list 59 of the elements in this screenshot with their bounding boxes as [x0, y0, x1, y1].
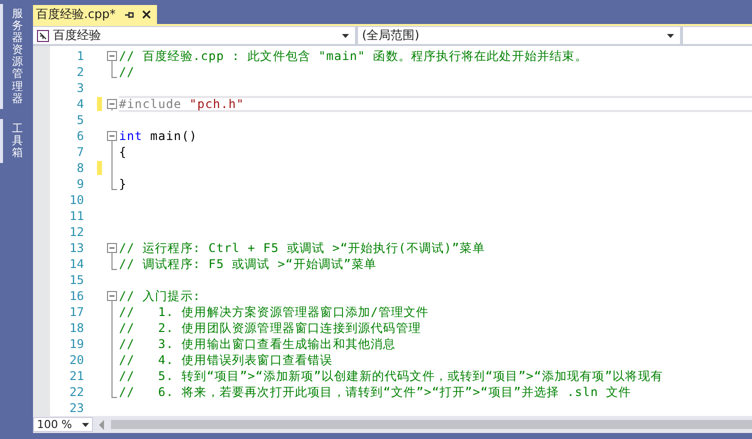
- caret-icon: [82, 422, 89, 426]
- line-number: 2: [76, 65, 84, 79]
- line-number: 11: [68, 209, 84, 223]
- horizontal-scrollbar[interactable]: [111, 420, 752, 429]
- line-number: 19: [68, 337, 84, 351]
- code-line: // 3. 使用输出窗口查看生成输出和其他消息: [119, 336, 396, 352]
- line-number: 6: [76, 129, 84, 143]
- line-number: 3: [76, 81, 84, 95]
- line-number: 21: [68, 369, 84, 383]
- scope-dropdown[interactable]: (全局范围): [358, 27, 680, 44]
- line-number: 15: [68, 273, 84, 287]
- line-number: 16: [68, 289, 84, 303]
- code-line: // 5. 转到“项目”>“添加新项”以创建新的代码文件，或转到“项目”>“添加现有项”以将现有: [119, 368, 664, 384]
- code-line: // 6. 将来，若要再次打开此项目，请转到“文件”>“打开”>“项目”并选择 .sln 文件: [119, 384, 632, 400]
- line-number: 14: [68, 257, 84, 271]
- line-number: 9: [76, 177, 84, 191]
- code-line: // 调试程序: F5 或调试 >“开始调试”菜单: [119, 256, 377, 272]
- code-editor[interactable]: [33, 46, 752, 416]
- document-tab[interactable]: 百度经验.cpp*: [33, 5, 157, 24]
- code-line: int main(): [119, 129, 198, 143]
- line-number: 17: [68, 305, 84, 319]
- code-line: // 百度经验.cpp : 此文件包含 "main" 函数。程序执行将在此处开始并结束。: [119, 48, 588, 64]
- line-number: 10: [68, 193, 84, 207]
- line-number: 7: [76, 145, 84, 159]
- line-number: 8: [76, 161, 84, 175]
- close-icon[interactable]: [142, 10, 151, 19]
- scope-dropdown[interactable]: 百度经验: [33, 27, 355, 44]
- line-number: 4: [76, 97, 84, 111]
- line-number: 23: [68, 401, 84, 415]
- code-line: // 1. 使用解决方案资源管理器窗口添加/管理文件: [119, 304, 429, 320]
- class-icon: [37, 30, 49, 42]
- code-line: // 2. 使用团队资源管理器窗口连接到源代码管理: [119, 320, 421, 336]
- line-number: 20: [68, 353, 84, 367]
- scope-name: (全局范围): [362, 27, 420, 44]
- code-line: // 入门提示:: [119, 288, 201, 304]
- line-number: 12: [68, 225, 84, 239]
- caret-icon: [667, 34, 674, 38]
- code-line: #include "pch.h": [119, 97, 244, 111]
- zoom-dropdown[interactable]: 100 %: [33, 417, 93, 432]
- collapse-icon[interactable]: [107, 128, 117, 144]
- code-line: //: [119, 65, 135, 79]
- line-number: 22: [68, 385, 84, 399]
- code-line: // 运行程序: Ctrl + F5 或调试 >“开始执行(不调试)”菜单: [119, 240, 485, 256]
- collapse-icon[interactable]: [107, 288, 117, 304]
- collapse-icon[interactable]: [107, 96, 117, 112]
- pin-icon[interactable]: [124, 10, 134, 20]
- scope-name: 百度经验: [53, 27, 102, 44]
- collapse-icon[interactable]: [107, 240, 117, 256]
- line-number: 1: [76, 49, 84, 63]
- caret-icon: [342, 34, 349, 38]
- code-line: }: [119, 177, 127, 191]
- zoom-level: 100 %: [37, 418, 72, 431]
- code-line: {: [119, 145, 127, 159]
- tab-title: 百度经验.cpp*: [36, 6, 116, 23]
- line-number: 13: [68, 241, 84, 255]
- line-number: 5: [76, 113, 84, 127]
- collapse-icon[interactable]: [107, 48, 117, 64]
- code-line: // 4. 使用错误列表窗口查看错误: [119, 352, 333, 368]
- line-number: 18: [68, 321, 84, 335]
